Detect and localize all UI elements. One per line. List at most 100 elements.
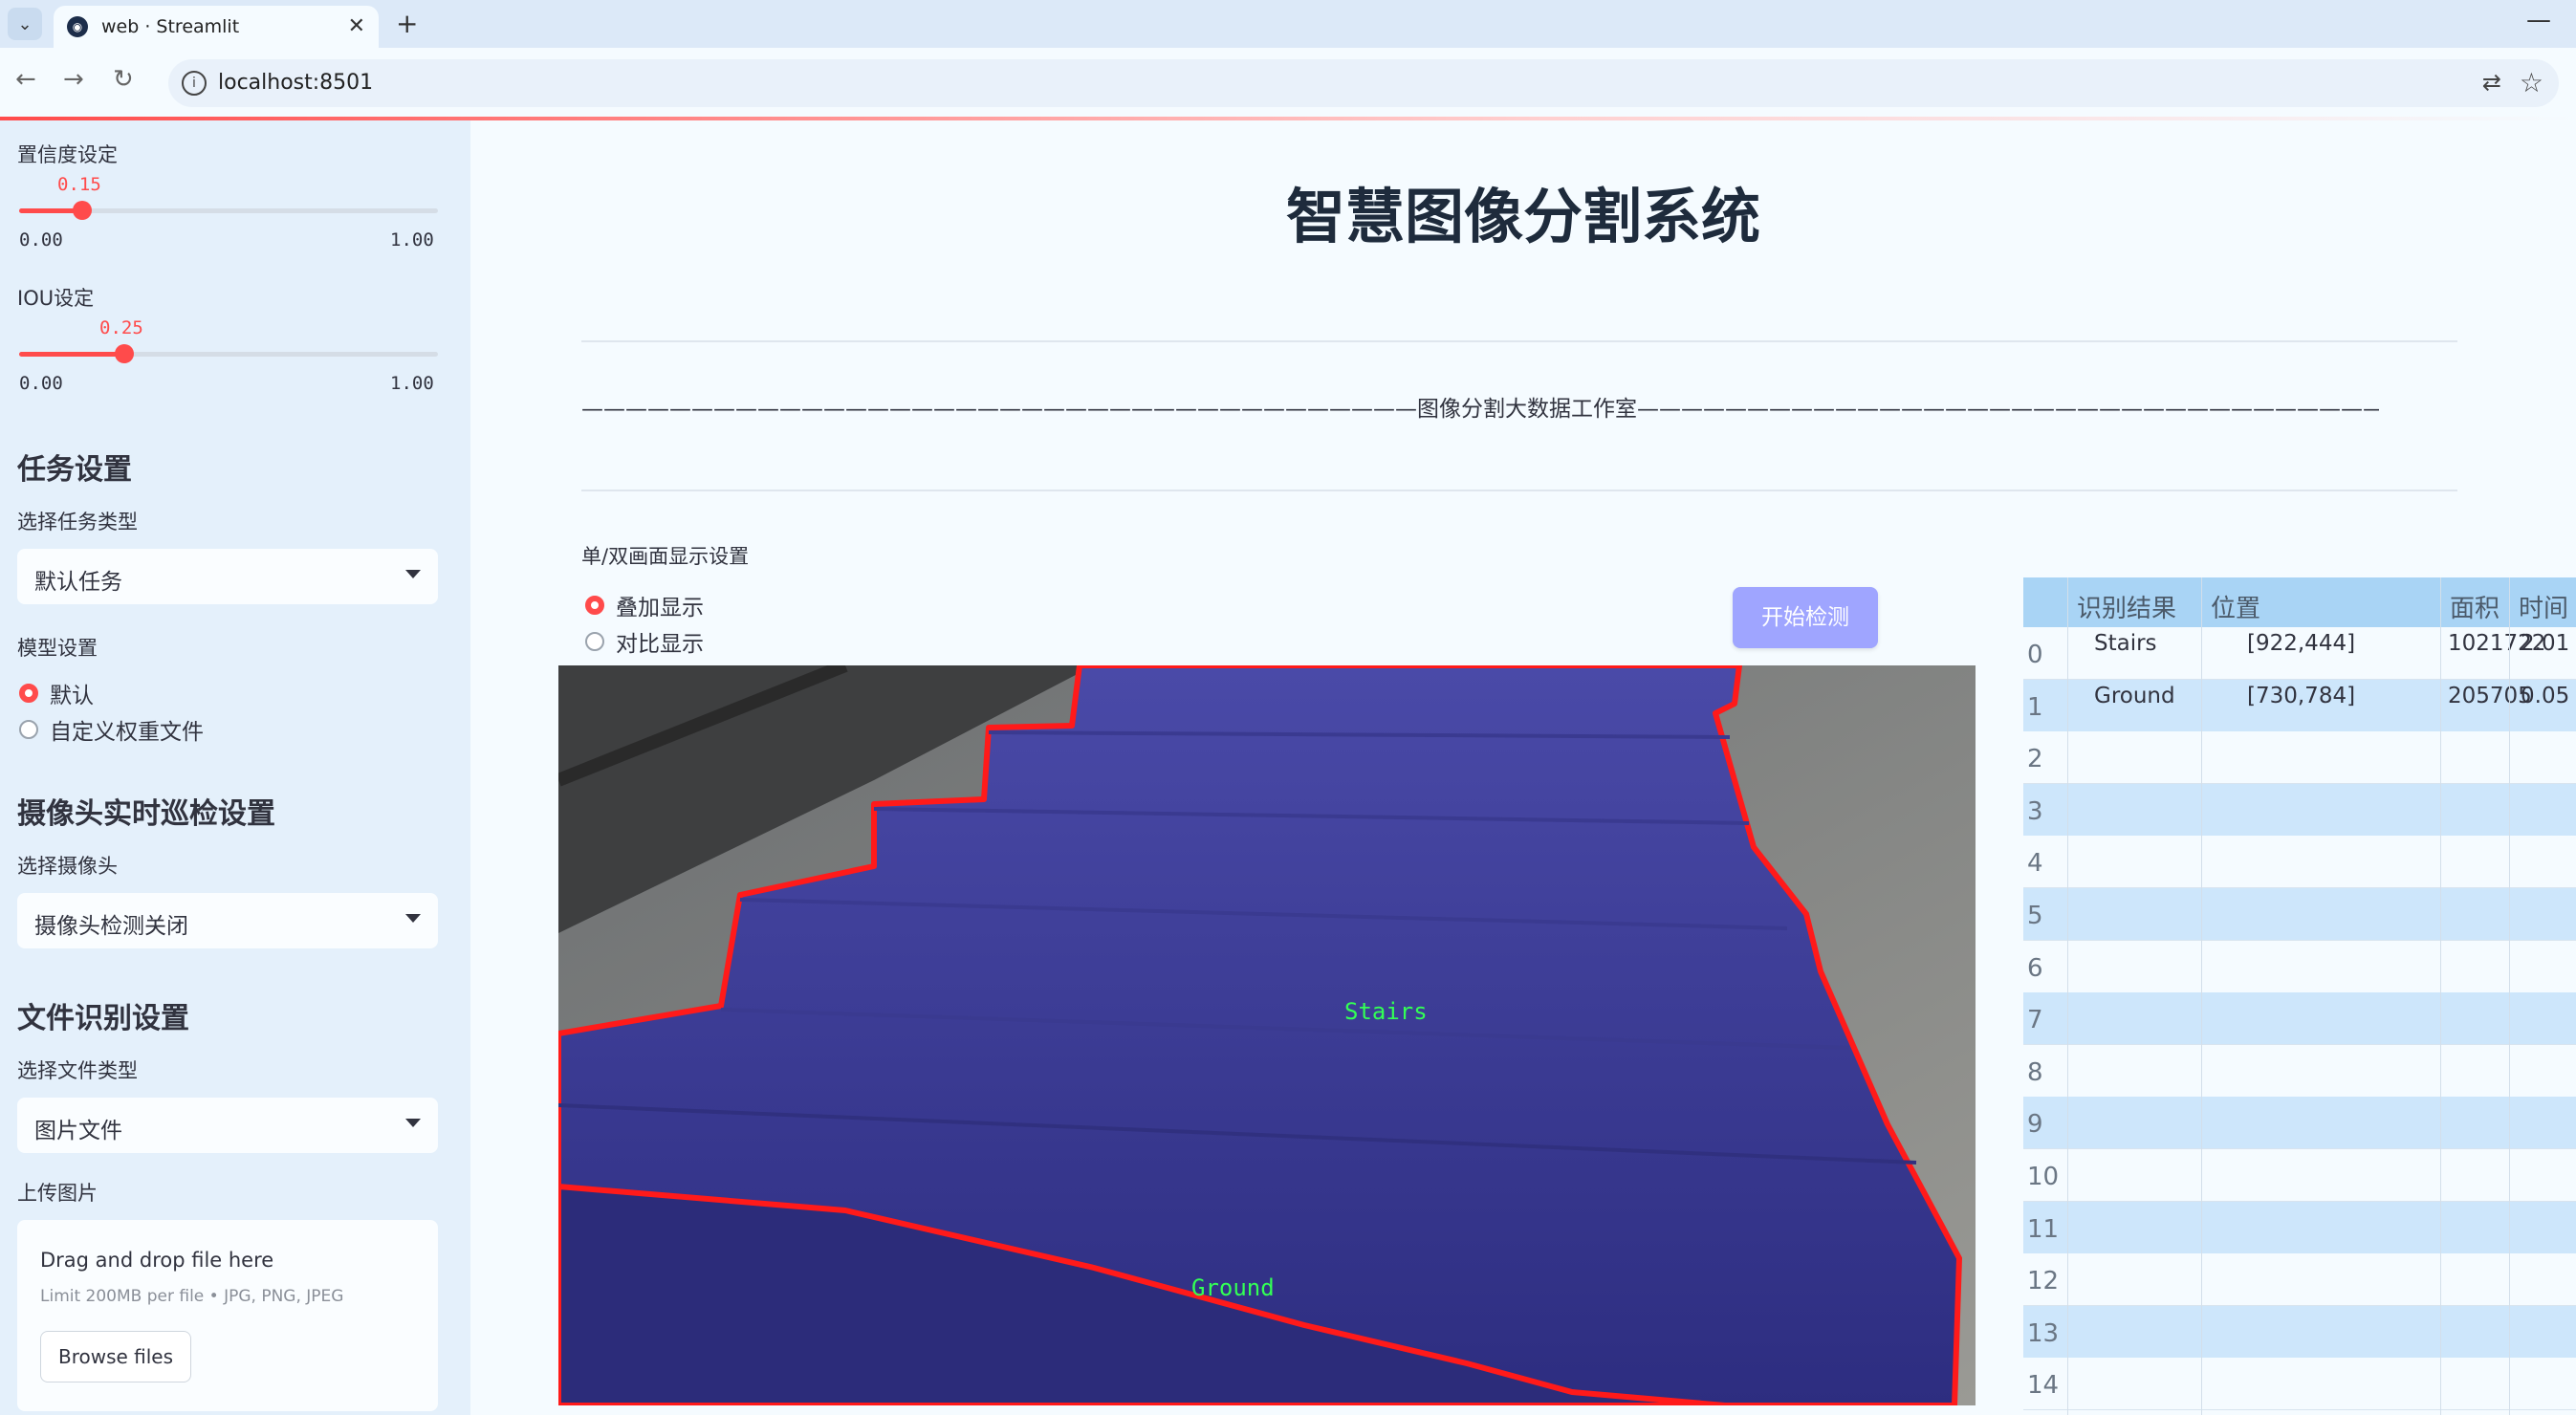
cell-area: 205705 [2448, 683, 2532, 708]
new-tab-plus-icon[interactable]: + [396, 8, 418, 39]
iou-min: 0.00 [19, 373, 63, 394]
file-settings-heading: 文件识别设置 [17, 1002, 189, 1035]
cell-position: [922,444] [2247, 631, 2356, 656]
radio-selected-icon [585, 596, 604, 615]
model-option-label: 默认 [50, 684, 94, 708]
streamlit-favicon-icon: ◉ [67, 16, 88, 37]
row-index: 4 [2027, 849, 2043, 879]
task-settings-heading: 任务设置 [17, 453, 132, 487]
site-info-icon[interactable]: i [182, 71, 207, 96]
table-row[interactable]: 12 [2023, 1253, 2576, 1307]
file-type-label: 选择文件类型 [17, 1059, 138, 1082]
row-index: 13 [2027, 1318, 2060, 1348]
radio-selected-icon [19, 684, 38, 703]
row-index: 12 [2027, 1267, 2060, 1296]
table-row[interactable]: 2 [2023, 731, 2576, 785]
confidence-label: 置信度设定 [17, 143, 118, 166]
table-row[interactable]: 6 [2023, 940, 2576, 993]
camera-select[interactable]: 摄像头检测关闭 [17, 893, 438, 948]
dropzone-limit: Limit 200MB per file • JPG, PNG, JPEG [40, 1287, 344, 1306]
task-type-select[interactable]: 默认任务 [17, 549, 438, 604]
table-row[interactable]: 10 [2023, 1149, 2576, 1202]
table-row[interactable]: 5 [2023, 888, 2576, 941]
divider [581, 490, 2457, 491]
column-header-time[interactable]: 时间 [2519, 589, 2568, 624]
column-divider [2201, 577, 2202, 1415]
column-divider [2440, 577, 2441, 1415]
table-row[interactable]: 14 [2023, 1358, 2576, 1411]
column-header-area[interactable]: 面积 [2450, 589, 2500, 624]
table-row[interactable]: 0 Stairs [922,444] 1021722 2.01 [2023, 627, 2576, 680]
row-index: 9 [2027, 1110, 2043, 1140]
radio-unselected-icon [585, 632, 604, 651]
file-dropzone[interactable]: Drag and drop file here Limit 200MB per … [17, 1220, 438, 1411]
iou-slider-thumb[interactable] [114, 344, 134, 363]
row-index: 6 [2027, 953, 2043, 983]
url-text[interactable]: localhost:8501 [218, 71, 373, 95]
table-row[interactable]: 9 [2023, 1097, 2576, 1150]
segmentation-result-image: Stairs Ground [558, 665, 1976, 1405]
tab-title: web · Streamlit [101, 16, 240, 37]
page-title: 智慧图像分割系统 [1285, 182, 1760, 251]
file-type-value: 图片文件 [34, 1119, 122, 1143]
row-index: 11 [2027, 1214, 2060, 1244]
table-row[interactable]: 8 [2023, 1044, 2576, 1098]
row-index: 2 [2027, 745, 2043, 774]
cell-result: Ground [2094, 683, 2175, 708]
tab-list-chevron-icon[interactable]: ⌄ [8, 8, 42, 40]
iou-max: 1.00 [390, 373, 434, 394]
camera-select-label: 选择摄像头 [17, 855, 118, 878]
bookmark-star-icon[interactable]: ☆ [2520, 67, 2543, 98]
display-radio-compare[interactable]: 对比显示 [585, 625, 704, 658]
browser-tab-bar: ⌄ ◉ web · Streamlit ✕ + — [0, 0, 2576, 48]
sidebar: 置信度设定 0.15 0.00 1.00 IOU设定 0.25 0.00 1.0… [0, 120, 470, 1415]
table-row[interactable]: 4 [2023, 836, 2576, 889]
ground-label: Ground [1191, 1274, 1275, 1301]
browse-files-button[interactable]: Browse files [40, 1331, 191, 1382]
browser-tab[interactable]: ◉ web · Streamlit ✕ [54, 6, 379, 48]
model-radio-custom[interactable]: 自定义权重文件 [19, 713, 204, 746]
column-header-position[interactable]: 位置 [2211, 589, 2260, 624]
table-row[interactable]: 11 [2023, 1201, 2576, 1254]
cell-time: 2.01 [2521, 631, 2570, 656]
table-row[interactable]: 7 [2023, 992, 2576, 1046]
minimize-window-icon[interactable]: — [2526, 6, 2551, 34]
column-divider [2509, 577, 2510, 1415]
model-settings-label: 模型设置 [17, 637, 98, 660]
dropzone-title: Drag and drop file here [40, 1249, 274, 1272]
table-header: 识别结果 位置 面积 时间 [2023, 577, 2576, 627]
file-type-select[interactable]: 图片文件 [17, 1098, 438, 1153]
forward-arrow-icon[interactable]: → [63, 65, 84, 94]
row-index: 3 [2027, 796, 2043, 826]
row-index: 8 [2027, 1057, 2043, 1087]
stairs-label: Stairs [1344, 998, 1428, 1025]
translate-icon[interactable]: ⇄ [2482, 69, 2501, 96]
segmentation-canvas: Stairs Ground [558, 665, 1976, 1405]
divider [581, 340, 2457, 342]
row-index: 10 [2027, 1163, 2060, 1191]
display-radio-overlay[interactable]: 叠加显示 [585, 589, 704, 621]
model-option-label: 自定义权重文件 [50, 720, 204, 745]
close-tab-icon[interactable]: ✕ [348, 14, 365, 38]
camera-select-value: 摄像头检测关闭 [34, 914, 188, 939]
reload-icon[interactable]: ↻ [113, 65, 134, 94]
column-header-result[interactable]: 识别结果 [2077, 589, 2176, 624]
table-row[interactable]: 3 [2023, 783, 2576, 837]
table-row[interactable]: 1 Ground [730,784] 205705 0.05 [2023, 679, 2576, 732]
column-divider [2067, 577, 2068, 1415]
model-radio-default[interactable]: 默认 [19, 677, 94, 709]
cell-time: 0.05 [2521, 683, 2570, 708]
back-arrow-icon[interactable]: ← [15, 65, 36, 94]
omnibox[interactable]: i localhost:8501 ⇄ ☆ [168, 59, 2559, 107]
cell-position: [730,784] [2247, 683, 2356, 708]
address-bar-row: ← → ↻ i localhost:8501 ⇄ ☆ [0, 48, 2576, 119]
results-table: 识别结果 位置 面积 时间 0 Stairs [922,444] 1021722 2.0… [2023, 577, 2576, 1415]
studio-banner: ——————————————————————————————————————图像… [581, 397, 2379, 422]
radio-unselected-icon [19, 720, 38, 739]
table-row[interactable]: 13 [2023, 1305, 2576, 1359]
display-option-label: 叠加显示 [616, 596, 704, 620]
start-detection-button[interactable]: 开始检测 [1733, 587, 1878, 648]
row-index: 5 [2027, 902, 2043, 930]
iou-slider[interactable] [19, 344, 438, 363]
task-type-label: 选择任务类型 [17, 511, 138, 533]
